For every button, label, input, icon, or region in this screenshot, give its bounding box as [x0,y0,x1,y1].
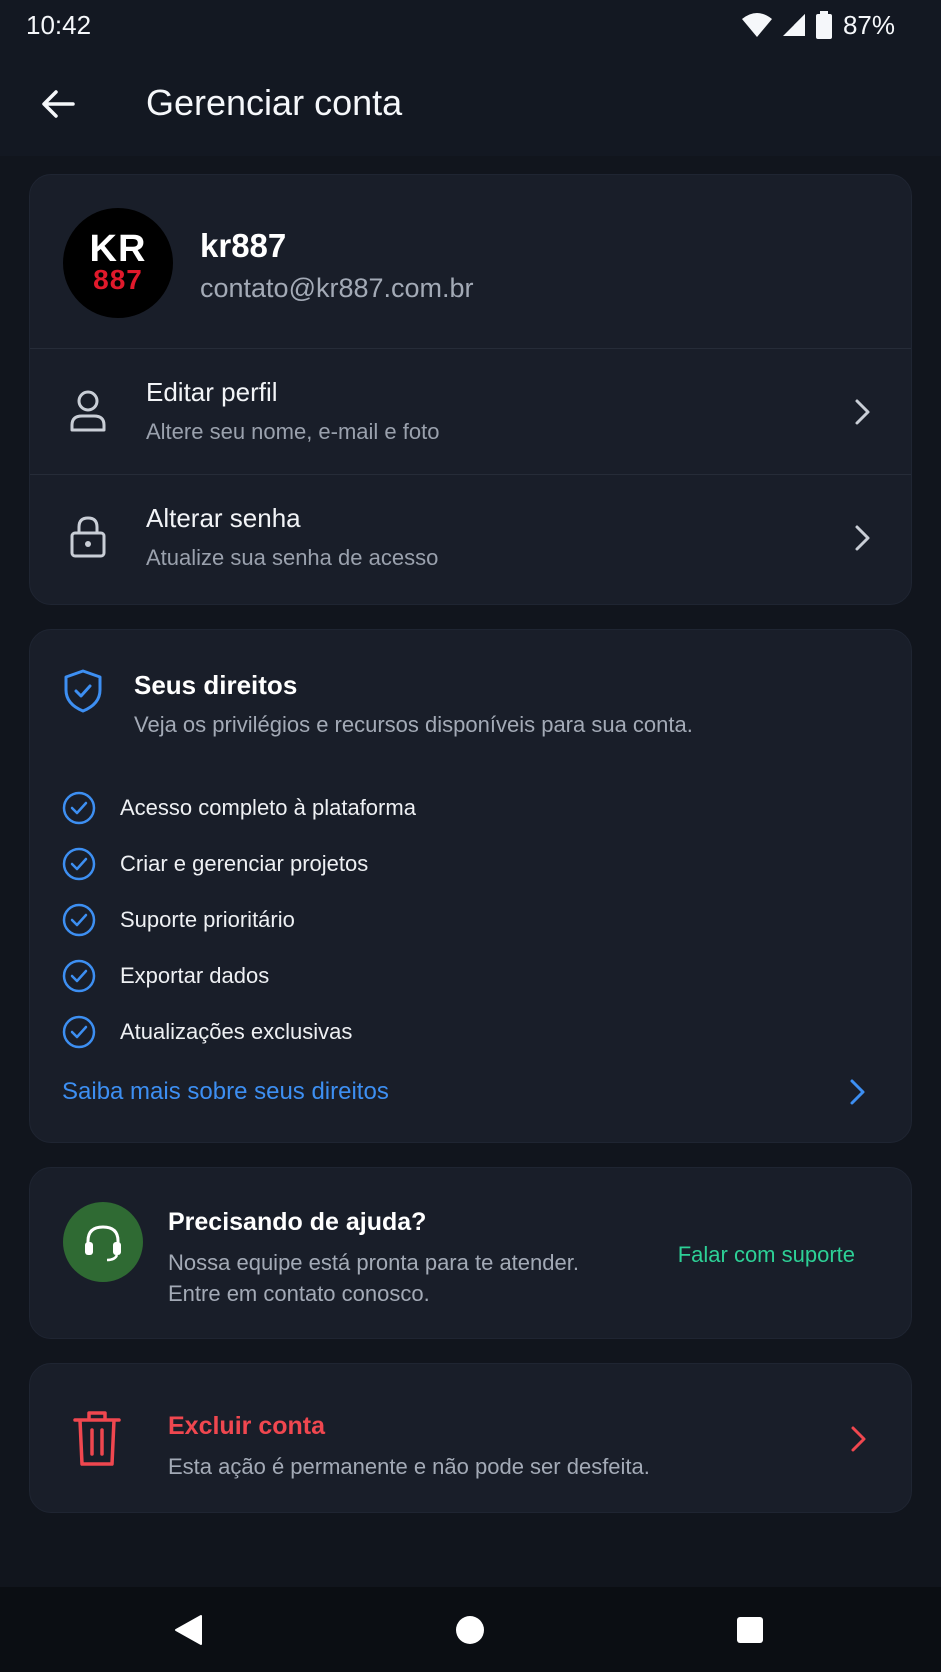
rights-item-label: Acesso completo à plataforma [120,795,416,820]
battery-icon [815,11,832,39]
chevron-right-icon [851,1426,866,1452]
help-title: Precisando de ajuda? [168,1208,427,1236]
change-password-row[interactable]: Alterar senha Atualize sua senha de aces… [30,475,911,601]
check-circle-icon [62,903,96,937]
back-button[interactable] [28,74,88,134]
help-description-line2: Entre em contato conosco. [168,1281,430,1306]
contact-support-button[interactable]: Falar com suporte [678,1242,855,1268]
edit-profile-title: Editar perfil [146,377,278,407]
signal-icon [782,14,805,36]
system-navigation-bar [0,1587,941,1672]
change-password-subtitle: Atualize sua senha de acesso [146,545,439,570]
rights-item: Atualizações exclusivas [62,1004,416,1060]
rights-item-label: Atualizações exclusivas [120,1019,353,1044]
avatar: KR 887 [63,208,173,318]
rights-item-label: Suporte prioritário [120,907,295,932]
rights-item-label: Criar e gerenciar projetos [120,851,369,876]
rights-item: Suporte prioritário [62,892,416,948]
profile-name: kr887 [200,227,287,264]
delete-account-title: Excluir conta [168,1412,325,1440]
nav-back-button[interactable] [163,1605,213,1655]
learn-more-rights-link[interactable]: Saiba mais sobre seus direitos [62,1078,389,1106]
rights-subtitle: Veja os privilégios e recursos disponíve… [134,712,693,737]
rights-item: Exportar dados [62,948,416,1004]
status-time: 10:42 [26,10,92,40]
check-circle-icon [62,959,96,993]
status-bar: 10:42 87% [0,0,941,50]
screen: 10:42 87% Gerenciar conta KR 887 kr887 c… [0,0,941,1672]
edit-profile-subtitle: Altere seu nome, e-mail e foto [146,419,440,444]
headset-icon [63,1202,143,1282]
profile-header: KR 887 kr887 contato@kr887.com.br [30,175,911,349]
delete-account-subtitle: Esta ação é permanente e não pode ser de… [168,1454,650,1479]
rights-item: Acesso completo à plataforma [62,780,416,836]
check-circle-icon [62,847,96,881]
help-description-line1: Nossa equipe está pronta para te atender… [168,1250,579,1275]
help-card: Precisando de ajuda? Nossa equipe está p… [29,1167,912,1339]
chevron-right-icon[interactable] [845,1076,869,1108]
app-bar: Gerenciar conta [0,50,941,156]
arrow-left-icon [42,90,75,118]
rights-item-label: Exportar dados [120,963,270,988]
rights-title: Seus direitos [134,670,298,700]
rights-card: Seus direitos Veja os privilégios e recu… [29,629,912,1143]
avatar-logo-text-top: KR [89,228,147,270]
profile-card: KR 887 kr887 contato@kr887.com.br Editar… [29,174,912,605]
shield-check-icon [64,669,102,713]
check-circle-icon [62,1015,96,1049]
trash-icon [73,1411,121,1466]
rights-item: Criar e gerenciar projetos [62,836,416,892]
change-password-title: Alterar senha [146,503,301,533]
wifi-icon [741,13,772,37]
edit-profile-row[interactable]: Editar perfil Altere seu nome, e-mail e … [30,349,911,475]
rights-list: Acesso completo à plataforma Criar e ger… [62,780,416,1060]
nav-home-button[interactable] [445,1605,495,1655]
nav-recents-button[interactable] [725,1605,775,1655]
page-title: Gerenciar conta [146,82,403,123]
chevron-right-icon [855,525,870,551]
profile-email: contato@kr887.com.br [200,273,474,303]
battery-percentage: 87% [842,9,895,40]
lock-icon [64,513,112,561]
check-circle-icon [62,791,96,825]
square-recents-icon [737,1617,763,1643]
avatar-logo-text-bottom: 887 [93,264,143,295]
delete-account-row[interactable]: Excluir conta Esta ação é permanente e n… [29,1363,912,1513]
user-icon [64,387,112,435]
circle-home-icon [456,1616,484,1644]
chevron-right-icon [855,399,870,425]
triangle-back-icon [175,1615,202,1645]
status-icons: 87% [741,8,895,42]
